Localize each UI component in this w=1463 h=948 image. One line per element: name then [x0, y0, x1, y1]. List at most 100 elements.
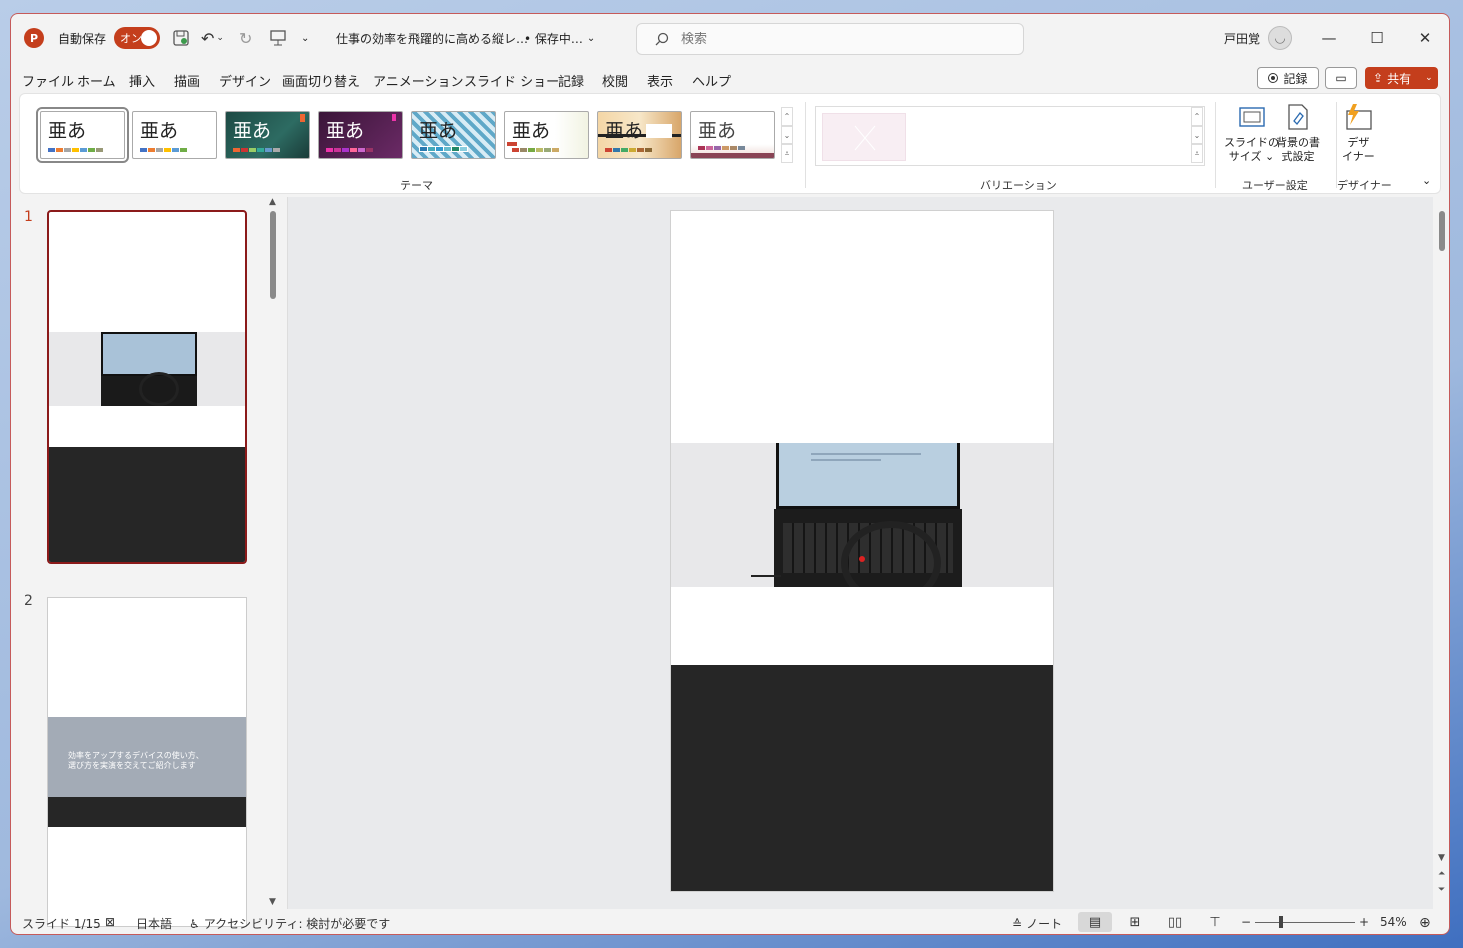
tab-file[interactable]: ファイル: [22, 71, 74, 90]
app-logo: P: [24, 26, 44, 50]
zoom-in-button[interactable]: +: [1359, 915, 1369, 929]
user-name[interactable]: 戸田覚: [1224, 26, 1260, 50]
theme-wood[interactable]: 亜あ: [597, 111, 682, 159]
tab-record[interactable]: 記録: [558, 71, 584, 90]
title-band: 効率をアップするデバイスの使い方、 選び方を実演を交えてご紹介します: [48, 717, 246, 797]
slide-sorter-button[interactable]: ⊞: [1118, 912, 1152, 932]
slide-size-label-1: スライドの: [1224, 136, 1279, 149]
autosave-toggle[interactable]: オン: [114, 26, 160, 50]
undo-icon[interactable]: ↶ ⌄: [201, 26, 224, 50]
save-status[interactable]: • 保存中… ⌄: [524, 26, 595, 50]
notes-button[interactable]: ≙ ノート: [1012, 915, 1062, 932]
tab-insert[interactable]: 挿入: [129, 71, 155, 90]
theme-cream[interactable]: 亜あ: [504, 111, 589, 159]
slide-size-button[interactable]: スライドの サイズ ⌄: [1224, 102, 1279, 164]
tab-design[interactable]: デザイン: [219, 71, 272, 95]
editor-scrollbar[interactable]: ▼ ⏶ ⏷: [1435, 197, 1449, 909]
user-avatar[interactable]: ◡: [1268, 26, 1292, 50]
theme-sample-text: 亜あ: [48, 120, 87, 142]
tab-draw[interactable]: 描画: [174, 71, 200, 90]
theme-office[interactable]: 亜あ: [36, 107, 129, 163]
scroll-up-icon[interactable]: ▲: [269, 197, 276, 207]
thumb-number: 1: [24, 209, 33, 225]
notes-icon: ≙: [1012, 916, 1023, 931]
slideshow-view-button[interactable]: ⊤: [1198, 912, 1232, 932]
accessibility-status[interactable]: ♿ アクセシビリティ: 検討が必要です: [189, 915, 390, 932]
themes-gallery-scroll[interactable]: ⌃ ⌄ ⩡: [781, 107, 793, 164]
slide-size-icon: [1237, 102, 1267, 132]
scroll-down-icon[interactable]: ▼: [269, 897, 276, 907]
zoom-slider-handle[interactable]: [1279, 916, 1283, 928]
collapse-ribbon-icon[interactable]: ⌄: [1422, 174, 1431, 187]
document-title[interactable]: 仕事の効率を飛躍的に高める縦レ…: [336, 26, 528, 50]
format-background-button[interactable]: 背景の書 式設定: [1276, 102, 1320, 164]
current-slide[interactable]: [670, 210, 1054, 892]
zoom-out-button[interactable]: −: [1241, 915, 1251, 929]
tab-transitions[interactable]: 画面切り替え: [282, 71, 360, 90]
theme-sample-text: 亜あ: [419, 120, 458, 142]
variations-group-label: バリエーション: [980, 179, 1057, 192]
slideshow-from-start-icon[interactable]: [269, 26, 287, 50]
tab-slideshow[interactable]: スライド ショー: [464, 71, 559, 90]
record-label: 記録: [1283, 71, 1308, 86]
slide-counter[interactable]: スライド 1/15: [22, 915, 101, 932]
share-button[interactable]: ⇪ 共有 ⌄: [1365, 67, 1438, 89]
reading-view-icon: ▯▯: [1167, 914, 1183, 930]
tab-home[interactable]: ホーム: [77, 71, 116, 90]
language-indicator[interactable]: 日本語: [136, 915, 172, 932]
slide-thumb-1[interactable]: [47, 210, 247, 564]
spellcheck-icon[interactable]: ⊠: [105, 915, 115, 929]
bg-format-label-2: 式設定: [1281, 150, 1315, 163]
tab-animations[interactable]: アニメーション: [373, 71, 463, 90]
redo-icon[interactable]: ↻: [239, 26, 252, 50]
tab-help[interactable]: ヘルプ: [692, 71, 731, 90]
search-box[interactable]: [636, 23, 1024, 55]
maximize-button[interactable]: ☐: [1354, 24, 1400, 52]
thumbnails-scrollbar[interactable]: ▲ ▼: [267, 197, 279, 909]
theme-purple[interactable]: 亜あ: [318, 111, 403, 159]
fit-to-window-icon[interactable]: ⊕: [1419, 915, 1431, 931]
more-icon[interactable]: ⩡: [1191, 144, 1203, 164]
tab-review[interactable]: 校閲: [602, 71, 628, 90]
customize-qat-icon[interactable]: ⌄: [301, 26, 309, 50]
laptop-photo[interactable]: [671, 443, 1053, 587]
search-input[interactable]: [681, 31, 981, 47]
theme-sample-text: 亜あ: [605, 120, 644, 142]
previous-slide-icon[interactable]: ⏶: [1438, 869, 1445, 879]
comments-button[interactable]: ▭: [1325, 67, 1357, 89]
close-button[interactable]: ✕: [1402, 24, 1448, 52]
record-button[interactable]: 記録: [1257, 67, 1319, 89]
scroll-down-icon[interactable]: ⌄: [781, 125, 793, 145]
dark-band: [49, 447, 245, 562]
next-slide-icon[interactable]: ⏷: [1438, 885, 1445, 895]
theme-teal[interactable]: 亜あ: [225, 111, 310, 159]
designer-button[interactable]: デザ イナー: [1342, 102, 1375, 164]
autosave-label: 自動保存: [58, 31, 107, 46]
scroll-up-icon[interactable]: ⌃: [1191, 107, 1203, 126]
variations-gallery-scroll[interactable]: ⌃ ⌄ ⩡: [1191, 107, 1203, 164]
theme-sample-text: 亜あ: [326, 120, 365, 142]
theme-pattern[interactable]: 亜あ: [411, 111, 496, 159]
scroll-down-icon[interactable]: ⌄: [1191, 125, 1203, 145]
dark-band: [48, 797, 246, 827]
scroll-down-icon[interactable]: ▼: [1438, 853, 1445, 863]
variation-item[interactable]: [822, 113, 906, 161]
chevron-down-icon[interactable]: ⌄: [1425, 73, 1433, 83]
reading-view-button[interactable]: ▯▯: [1158, 912, 1192, 932]
minimize-button[interactable]: —: [1306, 24, 1352, 52]
save-icon[interactable]: [172, 26, 190, 50]
normal-view-button[interactable]: ▤: [1078, 912, 1112, 932]
scrollbar-thumb[interactable]: [270, 211, 276, 299]
status-bar: スライド 1/15 ⊠ 日本語 ♿ アクセシビリティ: 検討が必要です ≙ ノー…: [11, 910, 1449, 934]
zoom-level[interactable]: 54%: [1380, 915, 1407, 929]
user-settings-group-label: ユーザー設定: [1242, 179, 1308, 192]
scroll-up-icon[interactable]: ⌃: [781, 107, 793, 126]
slide-thumb-2[interactable]: 効率をアップするデバイスの使い方、 選び方を実演を交えてご紹介します: [47, 597, 247, 927]
more-icon[interactable]: ⩡: [781, 144, 793, 164]
theme-office-2[interactable]: 亜あ: [132, 111, 217, 159]
tab-view[interactable]: 表示: [647, 71, 673, 90]
scrollbar-thumb[interactable]: [1439, 211, 1445, 251]
ribbon-separator: [1215, 102, 1216, 188]
zoom-slider[interactable]: [1255, 922, 1355, 923]
theme-rose[interactable]: 亜あ: [690, 111, 775, 159]
